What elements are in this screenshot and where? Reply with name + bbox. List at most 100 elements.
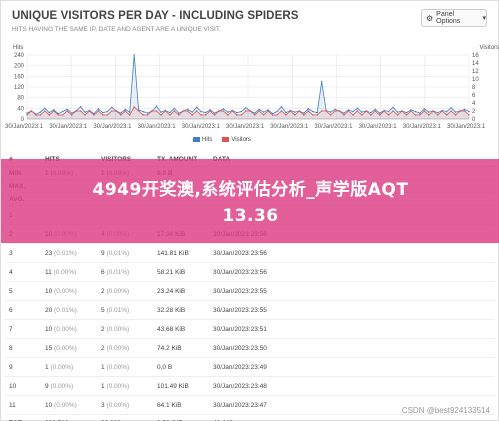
y-tick-label-right: 16 bbox=[472, 53, 479, 59]
row-visitors: 1 (0.00%) bbox=[97, 357, 153, 377]
data-point-visitors bbox=[53, 110, 55, 112]
y-tick-label-right: 10 bbox=[472, 77, 479, 83]
data-point-hits bbox=[343, 112, 345, 114]
y-tick-label-left: 80 bbox=[17, 96, 24, 102]
data-point-visitors bbox=[222, 110, 225, 112]
data-point-hits bbox=[294, 111, 296, 113]
legend-item-hits[interactable]: Hits bbox=[193, 137, 212, 143]
row-num: 4 bbox=[5, 262, 41, 282]
data-point-hits bbox=[392, 106, 394, 108]
data-point-hits bbox=[437, 111, 439, 114]
caret-down-icon: ▾ bbox=[482, 15, 486, 22]
data-point-visitors bbox=[445, 114, 448, 116]
row-num: 9 bbox=[5, 357, 41, 377]
data-point-visitors bbox=[356, 110, 359, 112]
data-point-hits bbox=[44, 107, 46, 110]
data-point-visitors bbox=[441, 110, 443, 112]
y-tick-label-left: 240 bbox=[14, 53, 25, 59]
data-point-hits bbox=[245, 107, 247, 109]
data-point-visitors bbox=[164, 110, 167, 112]
data-point-visitors bbox=[374, 110, 376, 112]
data-point-visitors bbox=[111, 110, 113, 112]
data-point-visitors bbox=[419, 114, 421, 116]
data-point-visitors bbox=[414, 114, 417, 116]
data-point-hits bbox=[155, 105, 158, 107]
data-point-visitors bbox=[204, 114, 207, 116]
data-point-visitors bbox=[39, 114, 42, 116]
data-point-hits bbox=[423, 108, 426, 110]
data-point-visitors bbox=[236, 114, 238, 116]
row-hits: 10 (0.00%) bbox=[41, 281, 97, 301]
table-row: 6 20 (0.01%) 5 (0.01%) 32.28 KiB 30/Jan/2023… bbox=[5, 300, 495, 320]
row-visitors: 9 (0.01%) bbox=[97, 243, 153, 263]
row-tx-amount: 23.24 KiB bbox=[153, 281, 209, 301]
data-point-visitors bbox=[463, 110, 466, 112]
x-tick-label: 30/Jan/2023:1 bbox=[5, 124, 44, 130]
data-point-hits bbox=[133, 54, 135, 56]
data-point-hits bbox=[356, 107, 359, 110]
data-point-visitors bbox=[454, 114, 457, 116]
data-point-hits bbox=[387, 110, 390, 113]
row-data: 30/Jan/2023:23:55 bbox=[209, 300, 495, 320]
y-tick-label-right: 0 bbox=[472, 117, 476, 123]
data-point-hits bbox=[191, 111, 193, 113]
data-point-visitors bbox=[352, 114, 354, 116]
data-point-visitors bbox=[151, 110, 153, 112]
data-point-visitors bbox=[468, 114, 470, 116]
row-num: 10 bbox=[5, 376, 41, 396]
row-hits: 9 (0.00%) bbox=[41, 376, 97, 396]
data-point-visitors bbox=[432, 110, 434, 112]
x-tick-label: 30/Jan/2023:1 bbox=[403, 124, 442, 130]
row-visitors: 5 (0.01%) bbox=[97, 300, 153, 320]
data-point-visitors bbox=[271, 114, 274, 116]
data-point-hits bbox=[66, 108, 68, 111]
data-point-visitors bbox=[102, 114, 104, 116]
data-point-hits bbox=[236, 111, 238, 114]
data-point-hits bbox=[187, 108, 189, 111]
row-hits: 20 (0.01%) bbox=[41, 300, 97, 320]
data-point-visitors bbox=[106, 114, 109, 116]
x-tick-label: 30/Jan/2023:1 bbox=[49, 124, 88, 130]
data-point-visitors bbox=[240, 114, 243, 116]
data-point-visitors bbox=[79, 110, 82, 112]
data-point-visitors bbox=[361, 114, 363, 116]
data-point-hits bbox=[312, 110, 314, 113]
data-point-visitors bbox=[70, 114, 73, 116]
row-tx-amount: 43.68 KiB bbox=[153, 319, 209, 339]
data-point-visitors bbox=[307, 110, 309, 112]
data-point-hits bbox=[258, 108, 260, 111]
panel-options-button[interactable]: ⚙ Panel Options ▾ bbox=[421, 9, 487, 27]
row-visitors: 3 (0.00%) bbox=[97, 395, 153, 415]
data-point-visitors bbox=[97, 110, 100, 112]
x-tick-label: 30/Jan/2023:1 bbox=[93, 124, 132, 130]
data-point-visitors bbox=[405, 114, 408, 116]
data-point-visitors bbox=[253, 114, 256, 116]
data-point-visitors bbox=[459, 110, 461, 112]
row-hits: 15 (0.00%) bbox=[41, 338, 97, 358]
data-point-visitors bbox=[365, 110, 368, 112]
total-label: TOT. bbox=[5, 414, 41, 421]
data-point-hits bbox=[124, 108, 126, 111]
data-point-hits bbox=[468, 110, 470, 113]
data-point-hits bbox=[26, 112, 28, 114]
row-hits: 23 (0.01%) bbox=[41, 243, 97, 263]
x-tick-label: 30/Jan/2023:1 bbox=[182, 124, 221, 130]
table-row: 91 (0.00%) 1 (0.00%) 0.0 B 30/Jan/2023:23:4… bbox=[5, 357, 495, 377]
data-point-visitors bbox=[267, 110, 269, 112]
row-tx-amount: 141.81 KiB bbox=[153, 243, 209, 263]
data-point-hits bbox=[320, 80, 323, 83]
unique-visitors-panel: UNIQUE VISITORS PER DAY - INCLUDING SPID… bbox=[0, 0, 499, 421]
data-point-hits bbox=[169, 111, 171, 114]
data-point-hits bbox=[262, 111, 265, 113]
y-tick-label-left: 120 bbox=[14, 85, 25, 91]
legend-item-visitors[interactable]: Visitors bbox=[222, 137, 251, 143]
data-point-hits bbox=[374, 108, 376, 111]
x-tick-label: 30/Jan/2023:1 bbox=[447, 124, 486, 130]
data-point-visitors bbox=[169, 114, 171, 116]
data-point-visitors bbox=[57, 114, 59, 116]
row-num: 8 bbox=[5, 338, 41, 358]
data-point-visitors bbox=[48, 114, 51, 116]
data-point-hits bbox=[285, 111, 287, 114]
row-tx-amount: 0.0 B bbox=[153, 357, 209, 377]
data-point-hits bbox=[396, 111, 399, 113]
